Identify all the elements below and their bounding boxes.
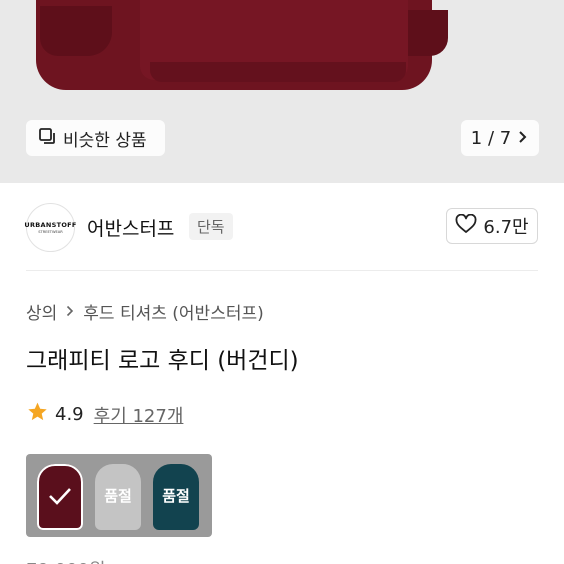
sold-out-label: 품절: [104, 487, 132, 505]
heart-icon: [455, 213, 477, 239]
product-title: 그래피티 로고 후디 (버건디): [26, 348, 299, 374]
seller-logo-text: URBANSTOFF: [24, 221, 77, 229]
breadcrumb-subcategory[interactable]: 후드 티셔츠 (어반스터프): [83, 299, 263, 324]
image-pager-button[interactable]: 1 / 7: [461, 120, 539, 156]
exclusive-badge: 단독: [189, 213, 233, 240]
hoodie-waistband: [150, 62, 406, 82]
seller-name[interactable]: 어반스터프: [87, 214, 174, 241]
similar-icon: [38, 127, 56, 150]
chevron-right-icon: [65, 302, 75, 322]
color-option-grey[interactable]: 품절: [90, 458, 146, 533]
seller-logo-sub: STREETWEAR: [38, 230, 63, 234]
image-pager-text: 1 / 7: [470, 127, 512, 149]
price-text: 79,000원: [26, 556, 106, 564]
product-image-carousel[interactable]: 비슷한 상품 1 / 7: [0, 0, 564, 183]
breadcrumb-category[interactable]: 상의: [26, 299, 57, 324]
color-option-teal[interactable]: 품절: [148, 458, 204, 533]
rating-value: 4.9: [55, 404, 84, 425]
color-options: 품절 품절: [26, 454, 212, 537]
chevron-right-icon: [517, 128, 529, 149]
reviews-link[interactable]: 후기 127개: [94, 402, 184, 428]
color-option-maroon[interactable]: [32, 458, 88, 533]
similar-products-label: 비슷한 상품: [63, 130, 147, 151]
like-button[interactable]: 6.7만: [446, 208, 538, 244]
seller-avatar[interactable]: URBANSTOFF STREETWEAR: [24, 203, 77, 252]
seller-row[interactable]: URBANSTOFF STREETWEAR 어반스터프 단독 6.7만: [0, 183, 564, 271]
section-divider: [26, 270, 538, 271]
checkmark-icon: [47, 486, 73, 506]
sold-out-label: 품절: [162, 487, 190, 505]
similar-products-button[interactable]: 비슷한 상품: [26, 120, 165, 156]
star-icon: [26, 401, 49, 428]
rating-row: 4.9 후기 127개: [26, 401, 183, 428]
hoodie-left-cuff: [40, 6, 112, 56]
breadcrumb: 상의 후드 티셔츠 (어반스터프): [26, 299, 264, 324]
like-count: 6.7만: [483, 217, 529, 238]
